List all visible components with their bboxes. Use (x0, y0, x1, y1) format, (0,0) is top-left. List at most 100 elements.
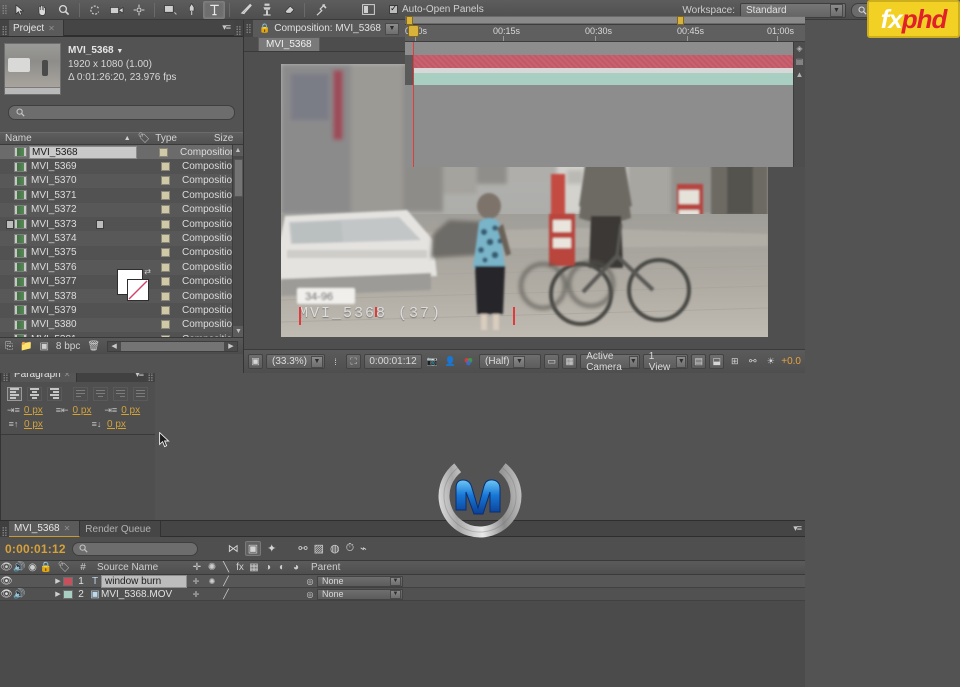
label-color-swatch[interactable] (159, 147, 168, 157)
label-color-swatch[interactable] (161, 162, 170, 172)
timeline-current-time[interactable]: 0:00:01:12 (5, 542, 66, 556)
type-tool-icon[interactable] (203, 0, 225, 19)
layer-parent-dropdown[interactable]: None ▼ (317, 575, 403, 587)
timeline-search-input[interactable] (71, 541, 198, 556)
scroll-up-icon[interactable]: ▲ (233, 145, 243, 156)
space-before-value[interactable]: 0 px (24, 419, 52, 430)
brush-tool-icon[interactable] (234, 1, 256, 19)
layer-switch-quality[interactable]: ╱ (219, 576, 233, 587)
eraser-tool-icon[interactable] (278, 1, 300, 19)
space-after-value[interactable]: 0 px (107, 419, 135, 430)
layer-bar-footage[interactable] (413, 73, 793, 85)
solo-icon[interactable]: ◉ (26, 562, 39, 573)
toolbar-grip[interactable]: ⣿ (0, 0, 9, 20)
label-color-swatch[interactable] (161, 219, 170, 229)
camera-tool-icon[interactable] (106, 1, 128, 19)
timeline-layer-row[interactable]: 👁 🔊 ▶ 2 ▣ MVI_5368.MOV ✛ ╱ ◎ None ▼ (0, 588, 805, 601)
zoom-tool-icon[interactable] (53, 1, 75, 19)
column-name[interactable]: Name (0, 133, 117, 144)
label-color-swatch[interactable] (161, 234, 170, 244)
swap-colors-icon[interactable]: ⇄ (144, 267, 151, 276)
switch-collapse-icon[interactable]: ✺ (205, 562, 219, 573)
switch-quality-icon[interactable]: ╲ (219, 562, 233, 573)
delete-icon[interactable]: 🗑 (87, 341, 100, 352)
composition-mini-flowchart-icon[interactable]: ⋈ (228, 542, 239, 555)
work-area-end-handle[interactable] (677, 16, 684, 25)
layer-label-color[interactable] (63, 576, 73, 586)
audio-icon[interactable]: 🔊 (13, 562, 26, 573)
indent-first-line-value[interactable]: 0 px (121, 405, 149, 416)
label-color-swatch[interactable] (161, 320, 170, 330)
comp-selector-dropdown[interactable]: ▼ (384, 22, 399, 35)
project-list-item[interactable]: MVI_5371 Composition (0, 188, 243, 203)
region-of-interest-icon[interactable]: ⛶ (346, 354, 362, 369)
layer-expand-arrow[interactable]: ▶ (53, 590, 63, 598)
switch-shy-icon[interactable]: ✛ (189, 562, 205, 573)
workspace-panels-icon[interactable] (357, 1, 379, 19)
layer-expand-arrow[interactable]: ▶ (53, 577, 63, 585)
parent-pickwhip[interactable]: ◎ (303, 590, 317, 599)
lock-icon[interactable]: 🔒 (259, 23, 270, 34)
always-preview-icon[interactable]: ▣ (248, 354, 263, 369)
justify-last-center-button[interactable] (93, 386, 108, 401)
tab-project[interactable]: Project ✕ (9, 20, 64, 36)
align-right-button[interactable] (47, 386, 62, 401)
timeline-layer-list[interactable]: 👁 ▶ 1 Twindow burn ✛ ✺ ╱ ◎ None ▼ 👁 🔊 ▶ 2 ▣ MVI_5368.MO… (0, 574, 805, 601)
stroke-color-box[interactable] (127, 278, 149, 301)
switch-effects-icon[interactable]: fx (233, 562, 247, 573)
puppet-pin-tool-icon[interactable] (309, 1, 331, 19)
label-color-swatch[interactable] (161, 277, 170, 287)
pan-behind-tool-icon[interactable] (128, 1, 150, 19)
layer-visibility-toggle[interactable]: 👁 (0, 576, 13, 587)
switch-adjustment-icon[interactable]: ◐ (275, 562, 289, 573)
hscrollbar-thumb[interactable] (121, 341, 224, 351)
parent-column[interactable]: Parent (303, 562, 340, 573)
project-list-item[interactable]: MVI_5370 Composition (0, 173, 243, 189)
switch-frameblend-icon[interactable]: ▦ (247, 562, 261, 573)
layer-switch-collapse[interactable]: ✺ (205, 577, 219, 586)
pen-tool-icon[interactable] (181, 1, 203, 19)
switch-3d-icon[interactable]: ◕ (289, 562, 303, 573)
toggle-transparency-grid-icon[interactable]: ▦ (562, 354, 578, 369)
auto-keyframe-icon[interactable]: ⏱ (346, 542, 355, 555)
hand-tool-icon[interactable] (31, 1, 53, 19)
layer-parent-dropdown[interactable]: None ▼ (317, 588, 403, 600)
layer-switch-shy[interactable]: ✛ (187, 590, 205, 599)
layer-number-column[interactable]: # (75, 562, 91, 573)
project-list-item[interactable]: MVI_5381 Composition (0, 332, 243, 337)
sort-ascending-icon[interactable]: ▲ (117, 135, 133, 142)
text-bbox-handle-right[interactable] (513, 307, 515, 325)
selection-tool-icon[interactable] (9, 1, 31, 19)
clone-stamp-tool-icon[interactable] (256, 1, 278, 19)
timeline-empty-area[interactable] (405, 85, 805, 167)
project-list-item[interactable]: MVI_5375 Composition (0, 245, 243, 261)
draft-3d-icon[interactable]: ▣ (244, 541, 262, 556)
auto-open-panels-checkbox[interactable]: Auto-Open Panels (389, 3, 484, 15)
tab-timeline-comp[interactable]: MVI_5368 ✕ (9, 521, 81, 537)
layer-switch-quality[interactable]: ╱ (219, 589, 233, 600)
parent-pickwhip[interactable]: ◎ (303, 577, 317, 586)
brainstorm-icon[interactable]: ◍ (330, 542, 340, 555)
label-color-swatch[interactable] (161, 176, 170, 186)
lock-icon[interactable]: 🔒 (39, 562, 53, 573)
label-color-swatch[interactable] (161, 291, 170, 301)
project-list-item[interactable]: MVI_5380 Composition (0, 317, 243, 333)
new-folder-icon[interactable]: 📁 (20, 341, 32, 352)
scroll-right-icon[interactable]: ▶ (225, 342, 237, 350)
label-color-icon[interactable]: 🏷 (53, 562, 75, 573)
layer-source-name[interactable]: MVI_5368.MOV (101, 589, 187, 600)
column-type[interactable]: Type (150, 133, 209, 144)
project-list-item[interactable]: MVI_5373 Composition (0, 216, 243, 232)
enable-frame-blending-icon[interactable]: ⚯ (298, 542, 307, 555)
column-size[interactable]: Size (209, 133, 243, 144)
work-area-start-handle[interactable] (406, 16, 413, 25)
label-color-swatch[interactable] (161, 334, 170, 337)
camera-dropdown[interactable]: Active Camera ▼ (580, 351, 640, 373)
panel-menu-icon[interactable]: ▾≡ (222, 22, 231, 33)
comp-timecode-display[interactable]: 0:00:01:12 (364, 354, 423, 369)
tab-composition[interactable]: 🔒 Composition: MVI_5368 ▼ (253, 20, 406, 37)
label-color-swatch[interactable] (161, 205, 170, 215)
project-search-input[interactable] (8, 105, 235, 120)
align-left-button[interactable] (7, 386, 22, 401)
new-composition-icon[interactable]: ▣ (39, 341, 48, 352)
